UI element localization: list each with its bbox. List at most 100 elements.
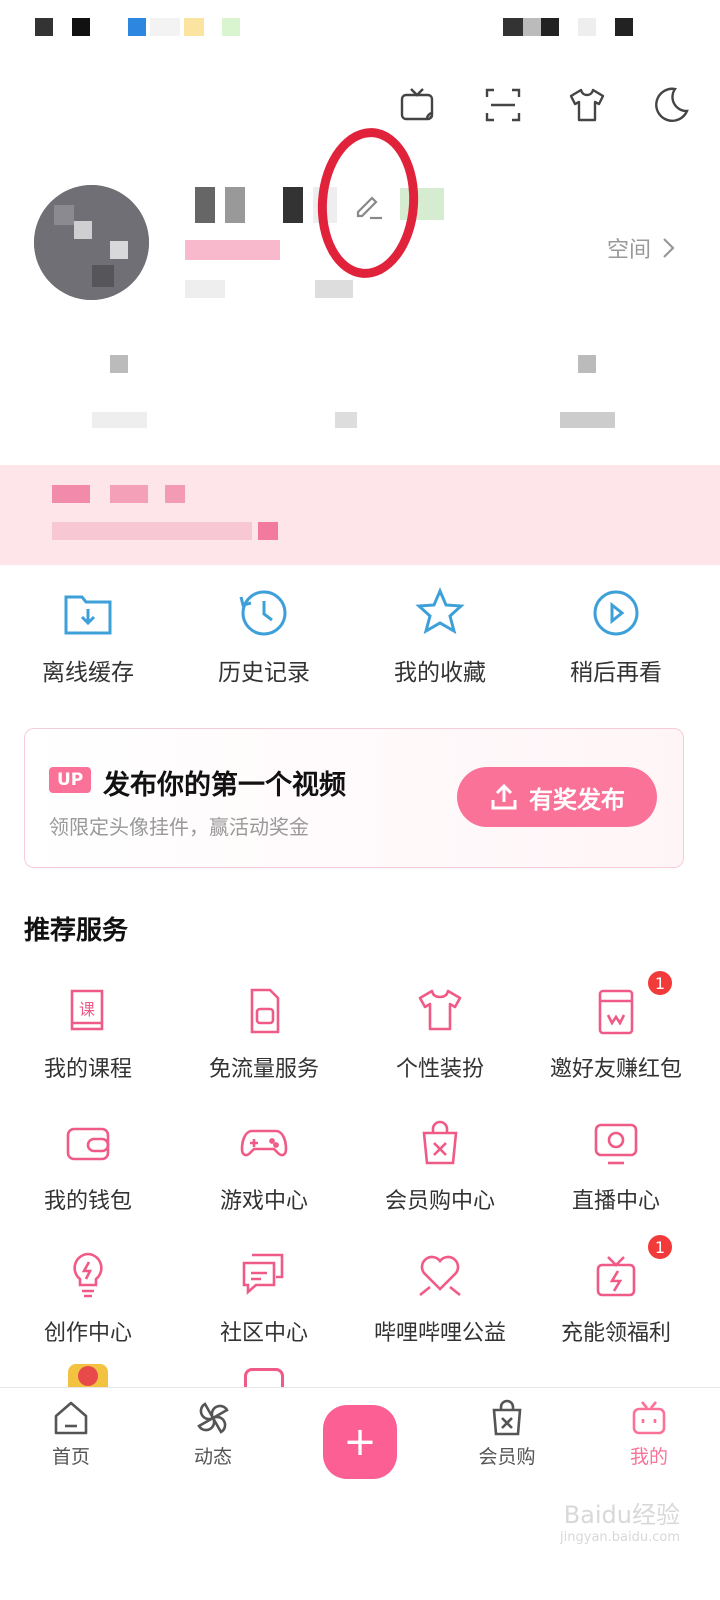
service-label: 充能领福利	[560, 1321, 671, 1346]
service-charge-benefits[interactable]: 1 充能领福利	[528, 1233, 704, 1347]
tshirt-icon	[418, 989, 462, 1031]
annotation-circle	[312, 124, 424, 282]
course-book-icon: 课	[70, 989, 104, 1031]
service-wallet[interactable]: 我的钱包	[0, 1117, 176, 1215]
service-live-center[interactable]: 直播中心	[528, 1117, 704, 1215]
service-my-courses[interactable]: 课 我的课程	[0, 985, 176, 1083]
service-label: 社区中心	[219, 1321, 308, 1346]
download-folder-icon	[64, 595, 112, 635]
space-link-label: 空间	[606, 238, 651, 263]
user-level	[185, 280, 225, 298]
service-grid: 课 我的课程 免流量服务 个性装扮 1 邀好友赚红包 我的钱包 游戏中心 会员购…	[0, 969, 720, 1347]
status-icon	[222, 18, 240, 36]
vip-badge	[185, 240, 280, 260]
status-icon	[541, 18, 559, 36]
status-icon	[72, 18, 90, 36]
status-icon	[35, 18, 53, 36]
service-invite-friends[interactable]: 1 邀好友赚红包	[528, 969, 704, 1083]
nav-dynamic[interactable]: 动态	[142, 1388, 284, 1487]
service-label: 邀好友赚红包	[549, 1057, 682, 1082]
quick-label: 历史记录	[218, 660, 310, 686]
quick-favorites[interactable]: 我的收藏	[352, 585, 528, 687]
notification-badge: 1	[646, 969, 674, 997]
upload-promo-card[interactable]: UP 发布你的第一个视频 领限定头像挂件，赢活动奖金 有奖发布	[24, 728, 684, 868]
service-personal-dressup[interactable]: 个性装扮	[352, 985, 528, 1083]
bilibili-tv-icon	[632, 1401, 666, 1435]
service-label: 创作中心	[43, 1321, 132, 1346]
service-label: 直播中心	[571, 1189, 660, 1214]
stats-row	[0, 350, 720, 430]
quick-label: 稍后再看	[570, 660, 662, 686]
live-tv-icon	[594, 1123, 638, 1165]
service-community-center[interactable]: 社区中心	[176, 1249, 352, 1347]
service-free-data[interactable]: 免流量服务	[176, 985, 352, 1083]
nav-member-shop[interactable]: 会员购	[436, 1388, 578, 1487]
quick-offline-cache[interactable]: 离线缓存	[0, 585, 176, 687]
star-icon	[415, 587, 465, 635]
avatar[interactable]	[34, 185, 149, 300]
service-label: 免流量服务	[208, 1057, 319, 1082]
quick-history[interactable]: 历史记录	[176, 585, 352, 687]
service-member-shop[interactable]: 会员购中心	[352, 1117, 528, 1215]
status-bar	[0, 0, 720, 55]
watermark-main: Baidu经验	[563, 1501, 680, 1529]
plus-icon[interactable]: +	[323, 1404, 397, 1479]
tv-cast-icon[interactable]	[398, 84, 440, 126]
service-game-center[interactable]: 游戏中心	[176, 1117, 352, 1215]
lightbulb-icon	[73, 1252, 103, 1298]
service-label: 游戏中心	[219, 1189, 308, 1214]
watch-later-icon	[593, 590, 639, 636]
battery-icon	[615, 18, 633, 36]
wallet-icon	[66, 1127, 110, 1161]
red-envelope-icon	[598, 989, 634, 1035]
quick-label: 离线缓存	[42, 660, 134, 686]
user-coins	[315, 280, 353, 298]
chevron-right-icon	[663, 238, 675, 258]
home-icon	[54, 1401, 88, 1435]
space-link[interactable]: 空间	[607, 232, 675, 264]
notification-badge: 1	[646, 1233, 674, 1261]
service-label: 我的课程	[43, 1057, 132, 1082]
svg-text:课: 课	[79, 1000, 95, 1019]
upload-title: 发布你的第一个视频	[103, 770, 346, 801]
watermark-sub: jingyan.baidu.com	[560, 1530, 680, 1545]
nav-label: 首页	[51, 1446, 90, 1468]
heart-hands-icon	[419, 1255, 461, 1297]
pinwheel-icon	[197, 1402, 229, 1434]
status-icon	[150, 18, 180, 36]
baidu-watermark: Baidu经验 jingyan.baidu.com	[560, 1495, 680, 1545]
upload-icon	[491, 783, 517, 810]
nav-publish[interactable]: +	[284, 1388, 436, 1487]
nav-home[interactable]: 首页	[0, 1388, 142, 1487]
services-title: 推荐服务	[24, 916, 129, 946]
reward-publish-label: 有奖发布	[529, 785, 625, 814]
top-toolbar	[398, 84, 692, 126]
history-clock-icon	[239, 590, 287, 636]
service-label: 会员购中心	[384, 1189, 495, 1214]
nav-label: 会员购	[478, 1446, 536, 1468]
service-bilibili-charity[interactable]: 哔哩哔哩公益	[352, 1249, 528, 1347]
scan-icon[interactable]	[482, 84, 524, 126]
service-label: 个性装扮	[395, 1057, 484, 1082]
tshirt-icon[interactable]	[566, 84, 608, 126]
gamepad-icon	[240, 1129, 288, 1157]
shopping-bag-icon	[422, 1120, 458, 1165]
quick-watch-later[interactable]: 稍后再看	[528, 585, 704, 687]
status-icon	[503, 18, 523, 36]
upload-subtitle: 领限定头像挂件，赢活动奖金	[49, 815, 309, 839]
nav-mine[interactable]: 我的	[578, 1388, 720, 1487]
status-icon	[128, 18, 146, 36]
nav-label: 我的	[629, 1446, 668, 1468]
service-icon-partial	[78, 1366, 98, 1386]
service-label: 哔哩哔哩公益	[373, 1321, 506, 1346]
service-creator-center[interactable]: 创作中心	[0, 1249, 176, 1347]
moon-icon[interactable]	[650, 84, 692, 126]
nav-label: 动态	[193, 1446, 232, 1468]
username	[195, 185, 337, 225]
status-icon	[184, 18, 204, 36]
vip-banner[interactable]	[0, 465, 720, 565]
gift-battery-icon	[596, 1256, 636, 1297]
reward-publish-button[interactable]: 有奖发布	[457, 767, 657, 827]
up-badge: UP	[49, 767, 92, 793]
quick-label: 我的收藏	[394, 660, 486, 686]
